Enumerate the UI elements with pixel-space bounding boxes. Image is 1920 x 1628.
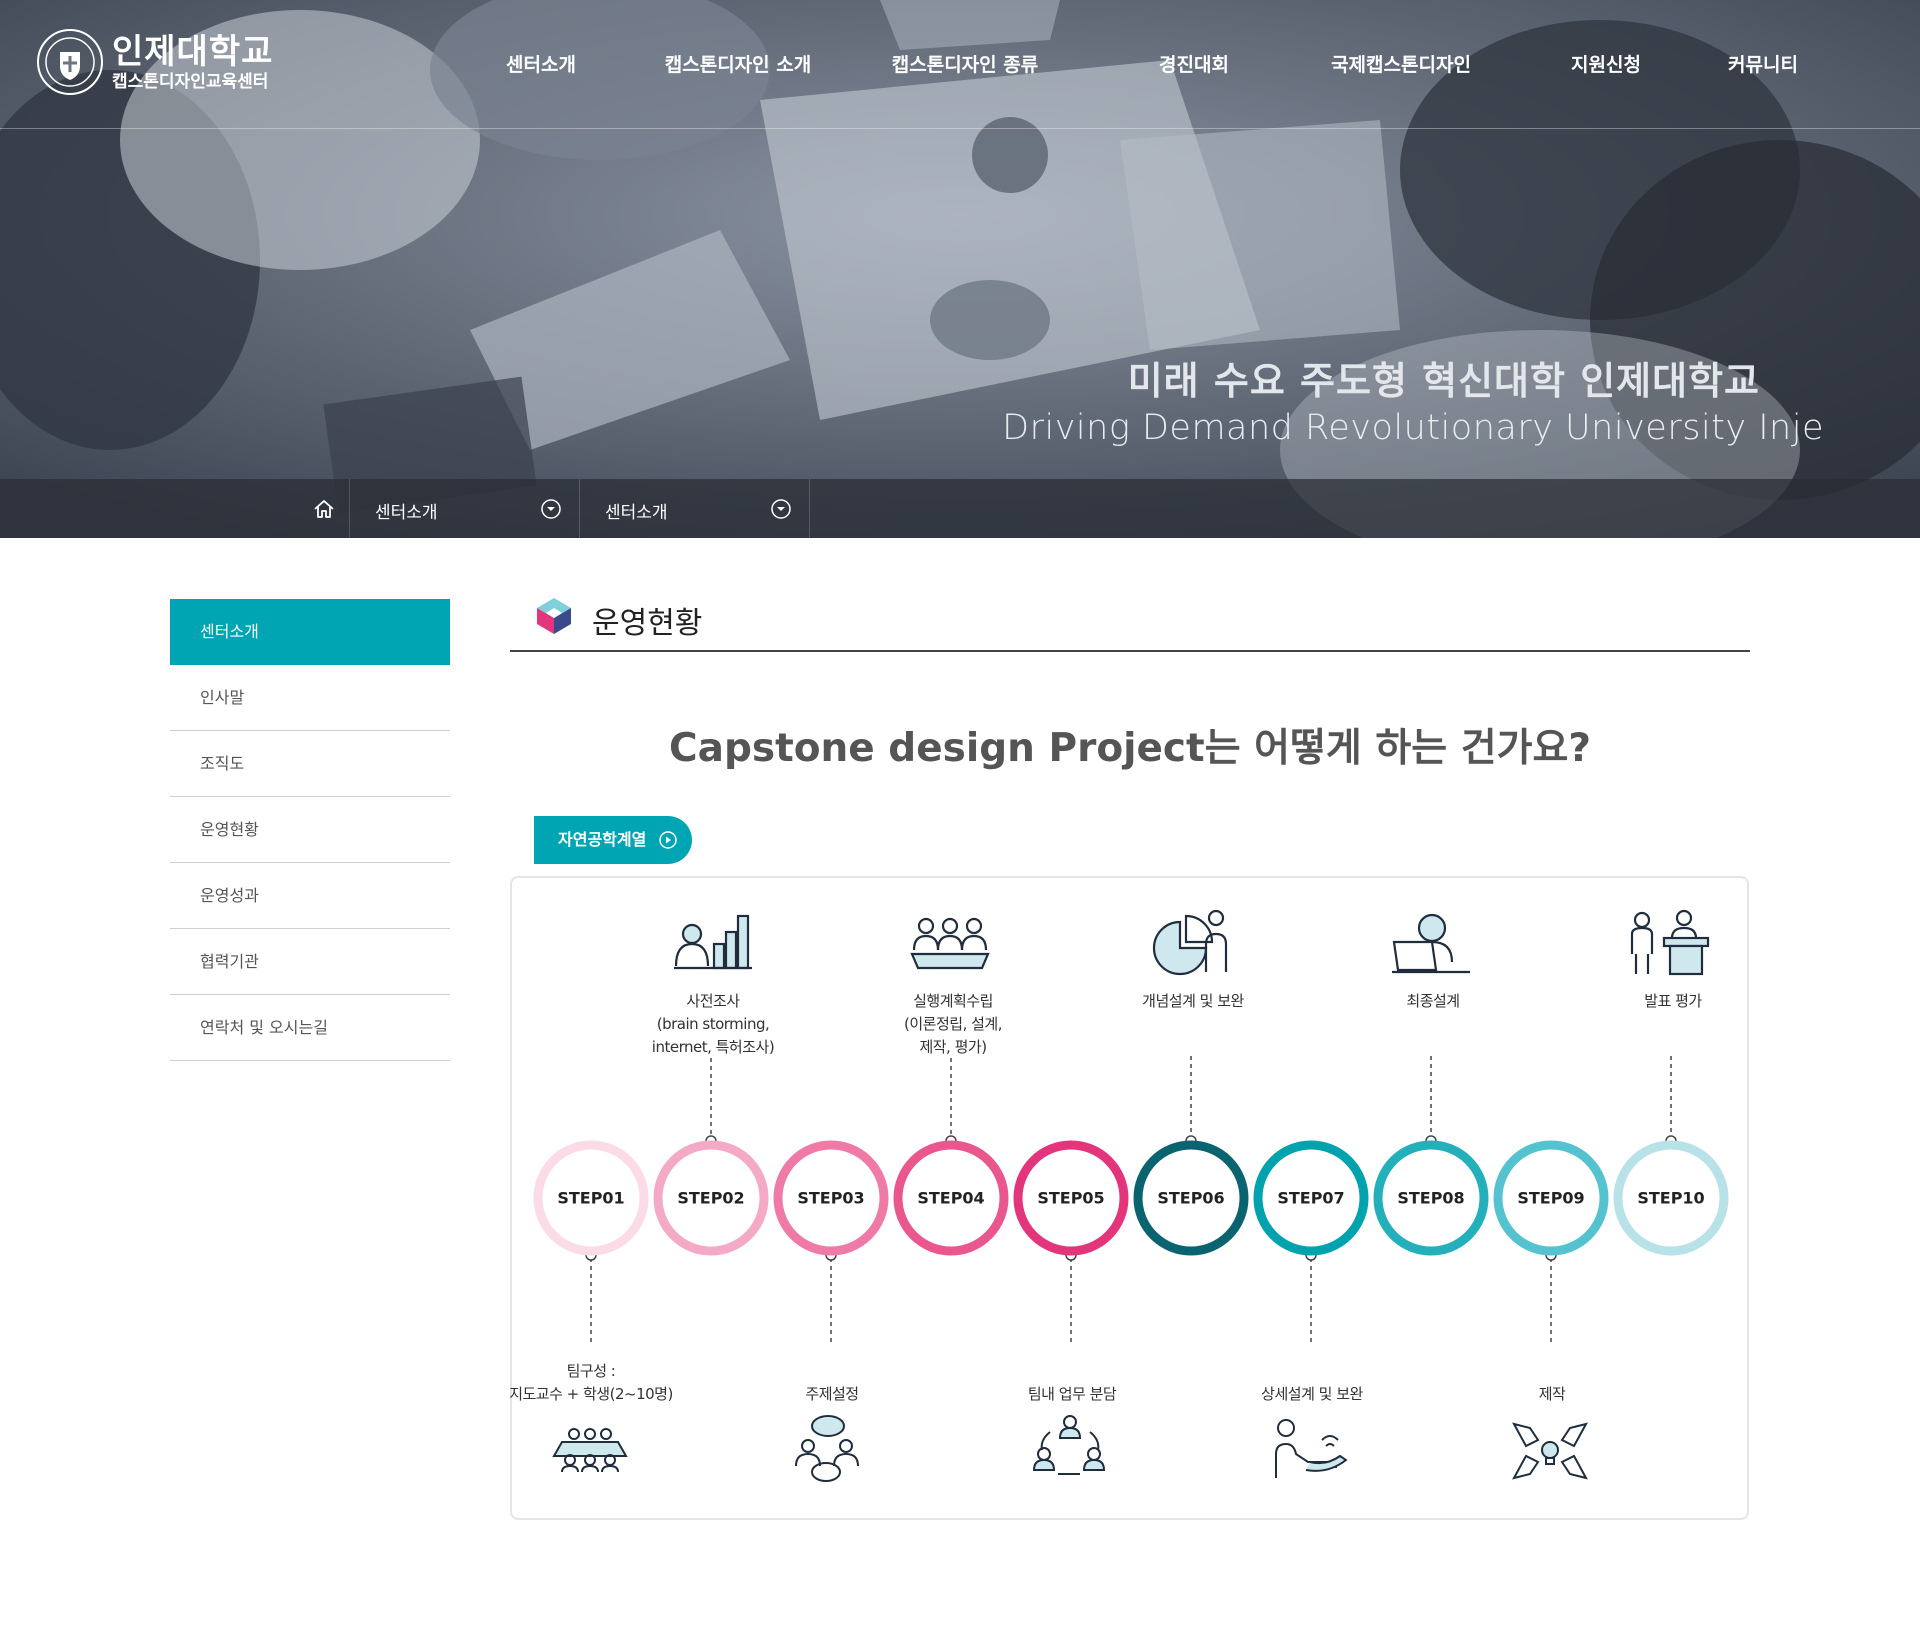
discussion-icon [795, 1415, 859, 1482]
step-label-06: STEP06 [1157, 1188, 1225, 1208]
side-navigation: 센터소개 인사말 조직도 운영현황 운영성과 협력기관 연락처 및 오시는길 [170, 599, 450, 1061]
step08-description: 최종설계 [1406, 992, 1460, 1010]
step07-description: 상세설계 및 보완 [1261, 1385, 1363, 1403]
step02-description: 사전조사 (brain storming, internet, 특허조사) [651, 992, 775, 1056]
nav-capstone-types[interactable]: 캡스톤디자인 종류 [892, 50, 1038, 77]
hero-subtitle: Driving Demand Revolutionary University … [1002, 408, 1824, 448]
side-nav-partners[interactable]: 협력기관 [170, 929, 450, 995]
breadcrumb-level2-label: 센터소개 [605, 503, 668, 523]
pie-chart-presenter-icon [1152, 909, 1228, 976]
step01-description: 팀구성 : 지도교수 + 학생(2~10명) [509, 1362, 673, 1403]
step-label-04: STEP04 [917, 1188, 985, 1208]
workflow-cycle-icon [1032, 1415, 1106, 1475]
step-label-10: STEP10 [1637, 1188, 1705, 1208]
process-diagram: STEP01 STEP02 STEP03 STEP04 STEP05 STEP06 STEP… [509, 876, 1749, 1520]
step05-description: 팀내 업무 분담 [1027, 1385, 1117, 1403]
step-label-01: STEP01 [557, 1188, 625, 1208]
step09-description: 제작 [1538, 1385, 1566, 1403]
nav-community[interactable]: 커뮤니티 [1728, 50, 1798, 77]
breadcrumb-dropdown-level2[interactable]: 센터소개 [580, 479, 810, 538]
breadcrumb-level1-label: 센터소개 [375, 503, 438, 523]
presentation-podium-icon [1630, 909, 1710, 976]
side-nav-contact-directions[interactable]: 연락처 및 오시는길 [170, 995, 450, 1061]
side-nav-operation-results[interactable]: 운영성과 [170, 863, 450, 929]
breadcrumb: 센터소개 센터소개 [0, 479, 1920, 538]
breadcrumb-dropdown-level1[interactable]: 센터소개 [350, 479, 580, 538]
step-label-02: STEP02 [677, 1188, 745, 1208]
section-question: Capstone design Project는 어떻게 하는 건가요? [669, 726, 1591, 771]
nav-competition[interactable]: 경진대회 [1159, 50, 1229, 77]
nav-capstone-intro[interactable]: 캡스톤디자인 소개 [665, 50, 811, 77]
side-nav-organization[interactable]: 조직도 [170, 731, 450, 797]
site-header: 인제대학교 캡스톤디자인교육센터 센터소개 캡스톤디자인 소개 캡스톤디자인 종… [0, 0, 1920, 129]
category-tag-label: 자연공학계열 [558, 830, 647, 849]
step-label-08: STEP08 [1397, 1188, 1465, 1208]
team-table-icon [552, 1428, 628, 1473]
home-icon [313, 499, 334, 518]
side-nav-greeting[interactable]: 인사말 [170, 665, 450, 731]
laptop-user-icon [1392, 913, 1470, 974]
page-heading: 운영현황 [510, 594, 1750, 652]
side-nav-center-intro[interactable]: 센터소개 [170, 599, 450, 665]
nav-center-intro[interactable]: 센터소개 [506, 50, 576, 77]
side-nav-operation-status[interactable]: 운영현황 [170, 797, 450, 863]
nav-apply[interactable]: 지원신청 [1571, 50, 1641, 77]
category-tag-button[interactable]: 자연공학계열 [534, 816, 692, 864]
team-meeting-icon [910, 917, 990, 970]
chevron-down-icon [771, 499, 791, 519]
breadcrumb-home[interactable] [298, 479, 350, 538]
nav-international-capstone[interactable]: 국제캡스톤디자인 [1331, 50, 1471, 77]
step-label-07: STEP07 [1277, 1188, 1345, 1208]
page-title: 운영현황 [592, 606, 703, 641]
play-circle-icon [659, 831, 677, 849]
step10-description: 발표 평가 [1644, 992, 1702, 1010]
research-chart-icon [674, 914, 752, 970]
chevron-down-icon [541, 499, 561, 519]
main-navigation: 센터소개 캡스톤디자인 소개 캡스톤디자인 종류 경진대회 국제캡스톤디자인 지… [0, 50, 1920, 80]
step-label-05: STEP05 [1037, 1188, 1105, 1208]
step-label-03: STEP03 [797, 1188, 865, 1208]
hand-wifi-icon [1275, 1419, 1348, 1478]
collaboration-hands-icon [1512, 1422, 1588, 1480]
cube-icon [537, 598, 571, 634]
step-label-09: STEP09 [1517, 1188, 1585, 1208]
step03-description: 주제설정 [805, 1385, 859, 1403]
step06-description: 개념설계 및 보완 [1142, 992, 1244, 1010]
hero-banner: 인제대학교 캡스톤디자인교육센터 센터소개 캡스톤디자인 소개 캡스톤디자인 종… [0, 0, 1920, 538]
step04-description: 실행계획수립 (이론정립, 설계, 제작, 평가) [904, 992, 1002, 1056]
hero-title: 미래 수요 주도형 혁신대학 인제대학교 [1127, 359, 1760, 403]
